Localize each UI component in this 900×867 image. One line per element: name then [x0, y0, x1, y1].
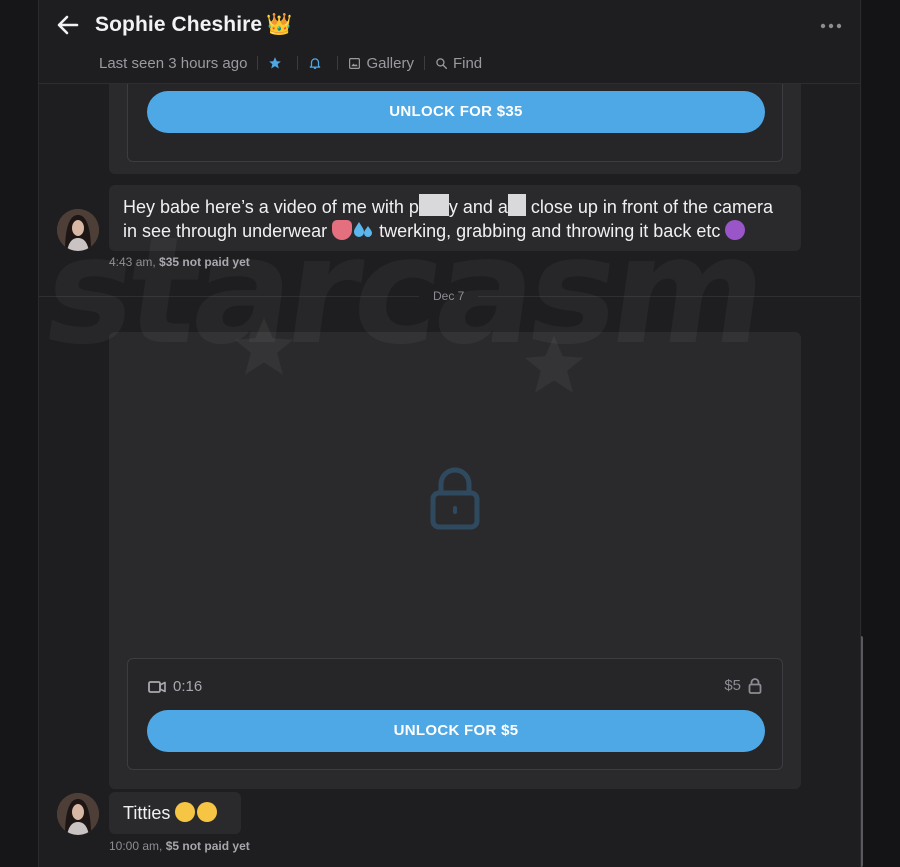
avatar-image	[57, 793, 99, 835]
contact-name-text: Sophie Cheshire	[95, 13, 263, 36]
message-bubble[interactable]: Titties	[109, 792, 241, 834]
more-options-button[interactable]	[819, 16, 843, 36]
media-message-footer: UNLOCK FOR $35	[127, 74, 783, 162]
message-text: Titties	[123, 803, 176, 823]
lock-icon	[430, 467, 480, 530]
locked-media-message[interactable]: 0:16 $5 UNLOCK FOR $5	[109, 332, 801, 789]
message-meta: 10:00 am, $5 not paid yet	[109, 839, 250, 853]
back-arrow-icon	[57, 15, 79, 35]
bell-icon	[310, 58, 321, 69]
last-seen-status: Last seen 3 hours ago	[99, 54, 248, 72]
video-camera-icon	[148, 680, 166, 693]
back-button[interactable]	[55, 12, 81, 38]
unlock-button[interactable]: UNLOCK FOR $35	[147, 91, 765, 133]
tongue-wink-emoji-icon	[175, 802, 196, 822]
gallery-icon	[349, 57, 361, 69]
find-label: Find	[452, 54, 483, 72]
media-message-card: UNLOCK FOR $35	[109, 74, 801, 174]
tongue-emoji-icon	[332, 220, 353, 240]
more-options-icon	[820, 23, 842, 29]
gallery-button[interactable]: Gallery	[348, 55, 414, 72]
redaction-box	[507, 194, 526, 216]
favorite-button[interactable]	[268, 56, 287, 70]
notifications-button[interactable]	[308, 56, 327, 70]
divider	[297, 56, 299, 70]
media-message-footer: 0:16 $5 UNLOCK FOR $5	[127, 658, 783, 770]
message-time: 10:00 am,	[109, 839, 163, 853]
tongue-wink-emoji-icon	[197, 802, 218, 822]
star-icon	[269, 57, 282, 69]
search-icon	[436, 57, 447, 69]
video-duration: 0:16	[148, 678, 202, 695]
contact-name[interactable]: Sophie Cheshire 👑	[95, 13, 292, 37]
gallery-label: Gallery	[366, 54, 414, 72]
chat-panel: Sophie Cheshire👑 Last seen 3 hours ago	[38, 0, 861, 867]
devil-emoji-icon	[725, 220, 746, 240]
divider	[257, 56, 259, 70]
right-margin	[862, 0, 900, 867]
sweat-droplets-emoji-icon	[352, 220, 374, 240]
lock-icon	[748, 678, 762, 694]
price-status: $5 not paid yet	[165, 839, 250, 853]
message-list[interactable]: UNLOCK FOR $35 Hey babe here’s a video o…	[39, 74, 860, 867]
avatar[interactable]	[57, 209, 99, 251]
price-text: $5	[724, 677, 741, 694]
date-divider-label: Dec 7	[419, 289, 479, 303]
message-text: Hey babe here’s a video of me with py an…	[123, 194, 787, 219]
chat-header: Sophie Cheshire👑 Last seen 3 hours ago	[39, 0, 860, 84]
message-text-line2: in see through underwear twerking, grabb…	[123, 219, 787, 243]
header-subbar: Last seen 3 hours ago Gallery Find	[99, 53, 482, 73]
avatar[interactable]	[57, 793, 99, 835]
message-bubble[interactable]: Hey babe here’s a video of me with py an…	[109, 185, 801, 251]
message-time: 4:43 am,	[109, 255, 156, 269]
redaction-box	[418, 194, 449, 216]
crown-icon: 👑	[266, 13, 293, 36]
unlock-button[interactable]: UNLOCK FOR $5	[147, 710, 765, 752]
message-meta: 4:43 am, $35 not paid yet	[109, 255, 250, 269]
divider	[337, 56, 339, 70]
duration-text: 0:16	[173, 678, 203, 695]
divider	[423, 56, 425, 70]
price-status: $35 not paid yet	[159, 255, 250, 269]
app-window: Sophie Cheshire👑 Last seen 3 hours ago	[0, 0, 900, 867]
find-button[interactable]: Find	[435, 55, 482, 72]
media-price: $5	[724, 677, 762, 694]
avatar-image	[57, 209, 99, 251]
